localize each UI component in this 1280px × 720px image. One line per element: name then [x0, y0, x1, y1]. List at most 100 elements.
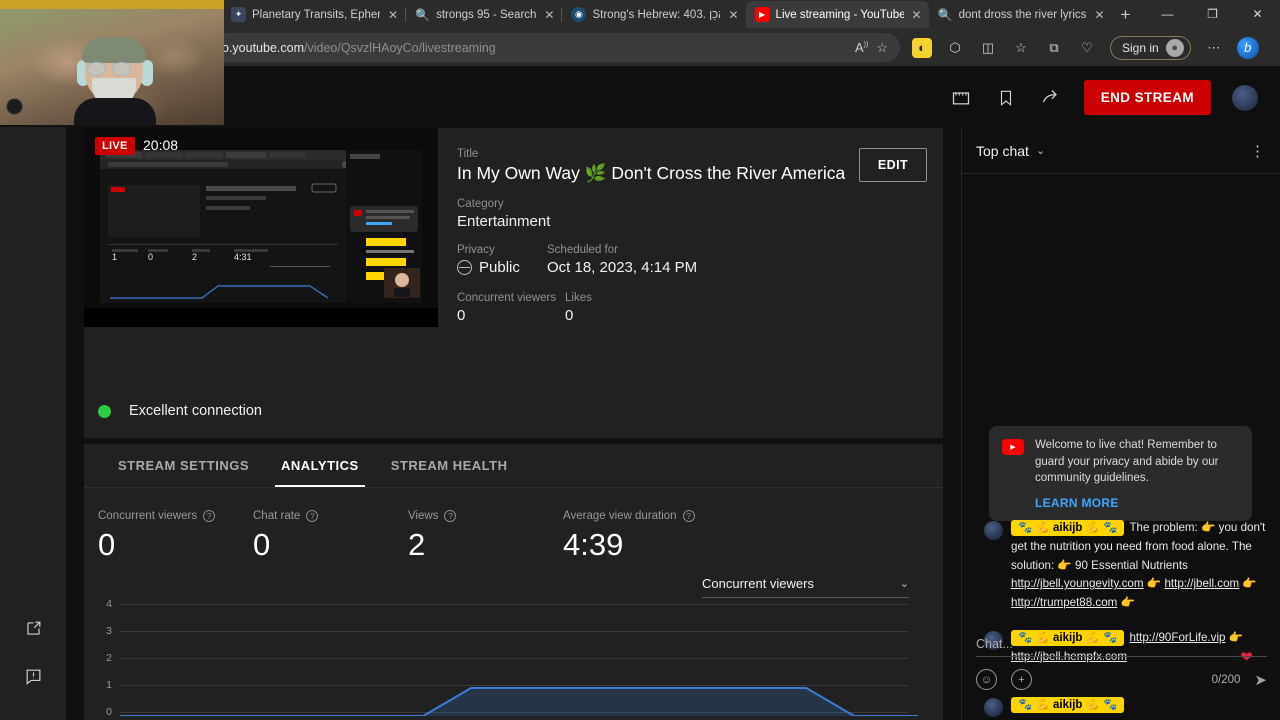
browser-tab-title: strongs 95 - Search	[436, 8, 537, 21]
favorites-icon[interactable]: ☆	[1011, 38, 1031, 58]
open-external-icon[interactable]	[0, 604, 66, 652]
sign-in-label: Sign in	[1122, 40, 1159, 55]
privacy-value-row: Public	[457, 259, 547, 276]
plus-icon[interactable]: +	[1011, 669, 1032, 690]
help-icon[interactable]: ?	[444, 510, 457, 522]
privacy-schedule-row: Privacy Public Scheduled for Oct 18, 202…	[457, 244, 927, 290]
emoji-icon[interactable]: ☺	[976, 669, 997, 690]
collections-icon[interactable]: ◐	[912, 37, 932, 58]
help-icon[interactable]: ?	[682, 510, 695, 522]
scheduled-label: Scheduled for	[547, 244, 618, 256]
main-content: LIVE 20:08 1 0 2 4:31 Title In My Own Wa…	[84, 128, 943, 720]
stream-category: Entertainment	[457, 213, 551, 230]
viewers-likes-row: Concurrent viewers 0 Likes 0	[457, 292, 927, 338]
concurrent-group: Concurrent viewers 0	[457, 292, 565, 338]
chat-link[interactable]: http://jbell.com	[1164, 577, 1239, 590]
address-bar[interactable]: o.youtube.com/video/QsvzlHAoyCo/livestre…	[210, 33, 900, 62]
metric-selector[interactable]: Concurrent viewers ⌄	[702, 576, 909, 598]
chat-composer-actions: ☺ + 0/200 ➤	[962, 657, 1280, 690]
split-screen-icon[interactable]: ◫	[978, 38, 998, 58]
title-label: Title	[457, 148, 479, 160]
character-counter: 0/200	[1211, 673, 1241, 686]
copilot-icon[interactable]: b	[1236, 36, 1259, 59]
new-tab-button[interactable]: +	[1112, 1, 1140, 28]
left-rail	[0, 66, 66, 720]
stats-row: Concurrent viewers? 0 Chat rate? 0 Views…	[84, 488, 943, 563]
stream-metadata: Title In My Own Way 🌿 Don't Cross the Ri…	[457, 148, 927, 338]
avatar-icon: ●	[1165, 38, 1184, 57]
stat-value: 2	[408, 527, 426, 562]
chat-composer: Chat... ☺ + 0/200 ➤	[962, 628, 1280, 720]
channel-watermark	[6, 98, 23, 115]
youtube-icon: ▶	[1002, 439, 1024, 455]
stat-value: 0	[253, 527, 271, 562]
stat-average-view-duration: Average view duration? 4:39	[563, 510, 695, 563]
chevron-down-icon: ⌄	[1035, 145, 1046, 157]
search-icon: 🔍	[415, 7, 431, 22]
chat-text: 👉	[1117, 596, 1135, 610]
window-controls: — ❐ ✕	[1145, 0, 1280, 28]
webcam-overlay	[0, 0, 224, 127]
chat-author-badge[interactable]: 🐾 💪 aikijb 💪 🐾	[1011, 520, 1125, 536]
extensions-icon[interactable]: ⬡	[945, 38, 965, 58]
browser-tab-3[interactable]: ▶ Live streaming - YouTube ✕	[745, 1, 929, 28]
tab-close-icon[interactable]: ✕	[388, 8, 398, 22]
tab-close-icon[interactable]: ✕	[912, 8, 922, 22]
stream-title: In My Own Way 🌿 Don't Cross the River Am…	[457, 163, 846, 183]
stream-preview[interactable]: LIVE 20:08 1 0 2 4:31	[84, 128, 438, 327]
planet-icon: ✦	[231, 7, 246, 22]
person-torso	[74, 98, 156, 125]
end-stream-button[interactable]: END STREAM	[1083, 80, 1211, 115]
send-icon[interactable]: ➤	[1254, 671, 1267, 689]
connection-status: Excellent connection	[98, 403, 262, 419]
chat-mode-selector[interactable]: Top chat ⌄	[976, 143, 1045, 159]
live-badge: LIVE	[95, 137, 135, 155]
browser-tab-title: dont dross the river lyrics	[958, 8, 1087, 21]
browser-tab-2[interactable]: ◉ Strong's Hebrew: 403. אָכֵן ✕	[562, 1, 746, 28]
bookmark-icon[interactable]	[994, 86, 1018, 110]
tab-close-icon[interactable]: ✕	[544, 8, 554, 22]
likes-label: Likes	[565, 292, 592, 304]
edit-button[interactable]: EDIT	[858, 148, 927, 182]
channel-avatar[interactable]	[1232, 84, 1258, 111]
stat-label: Concurrent viewers	[98, 510, 198, 522]
tab-analytics[interactable]: ANALYTICS	[265, 444, 375, 487]
learn-more-link[interactable]: LEARN MORE	[1035, 496, 1239, 510]
read-aloud-icon[interactable]: A))	[855, 40, 868, 55]
maximize-button[interactable]: ❐	[1190, 0, 1235, 28]
share-icon[interactable]	[1039, 86, 1063, 110]
category-label: Category	[457, 198, 504, 210]
tab-stream-health[interactable]: STREAM HEALTH	[375, 444, 524, 487]
browser-tab-1[interactable]: 🔍 strongs 95 - Search ✕	[406, 1, 562, 28]
browser-tab-4[interactable]: 🔍 dont dross the river lyrics ✕	[928, 1, 1112, 28]
tab-close-icon[interactable]: ✕	[1094, 8, 1104, 22]
help-icon[interactable]: ?	[306, 510, 319, 522]
url-host: o.youtube.com	[222, 40, 304, 55]
help-icon[interactable]: ?	[203, 510, 216, 522]
live-chat-panel: Top chat ⌄ ⋮ ▶ Welcome to live chat! Rem…	[961, 128, 1280, 720]
browser-essentials-icon[interactable]: ♡	[1077, 38, 1097, 58]
feedback-icon[interactable]	[0, 652, 66, 700]
minimize-button[interactable]: —	[1145, 0, 1190, 28]
kebab-menu-icon[interactable]: ⋮	[1250, 142, 1266, 160]
tab-close-icon[interactable]: ✕	[728, 8, 738, 22]
svg-text:1: 1	[112, 252, 117, 262]
chat-link[interactable]: http://jbell.youngevity.com	[1011, 577, 1144, 590]
chart-plot	[120, 687, 918, 716]
browser-tab-title: Planetary Transits, Epheme	[252, 8, 380, 21]
avatar[interactable]	[984, 521, 1003, 540]
sign-in-button[interactable]: Sign in ●	[1110, 35, 1191, 60]
settings-more-icon[interactable]: ⋯	[1204, 38, 1224, 58]
close-window-button[interactable]: ✕	[1235, 0, 1280, 28]
tab-actions-icon[interactable]: ⧉	[1044, 38, 1064, 58]
stat-views: Views? 2	[408, 510, 563, 563]
browser-tab-0[interactable]: ✦ Planetary Transits, Epheme ✕	[222, 1, 406, 28]
eyeglass-right	[112, 62, 131, 76]
status-dot-icon	[98, 404, 111, 418]
favorite-star-icon[interactable]: ☆	[876, 40, 888, 56]
chat-link[interactable]: http://trumpet88.com	[1011, 596, 1117, 609]
stream-elapsed-time: 20:08	[143, 137, 179, 153]
chat-input[interactable]: Chat...	[976, 628, 1267, 657]
tab-stream-settings[interactable]: STREAM SETTINGS	[102, 444, 265, 487]
clapperboard-icon[interactable]	[949, 86, 973, 110]
